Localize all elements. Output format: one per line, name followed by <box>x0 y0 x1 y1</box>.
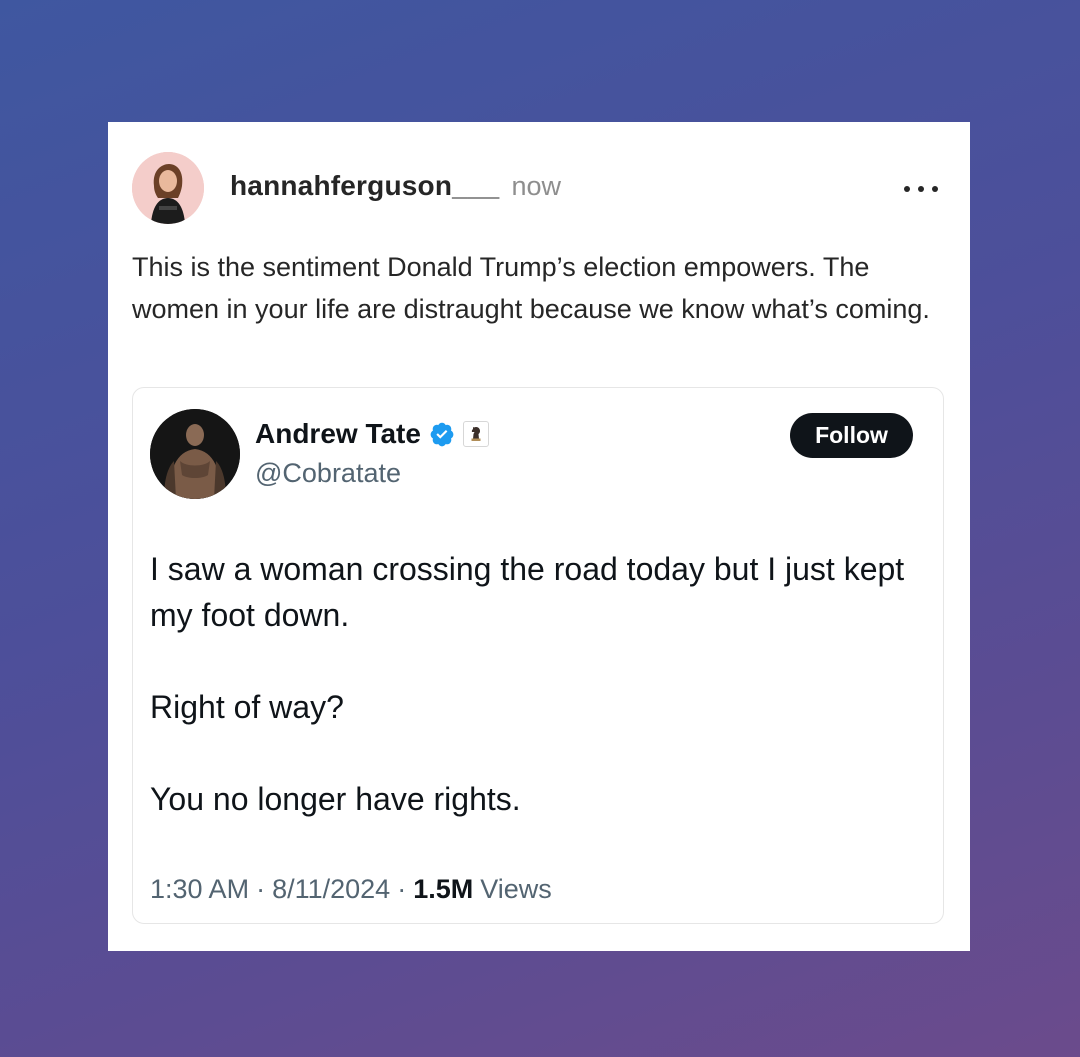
tweet-avatar[interactable] <box>150 409 240 499</box>
follow-button[interactable]: Follow <box>790 413 913 458</box>
tweet-date[interactable]: 8/11/2024 <box>272 874 390 905</box>
tweet-handle[interactable]: @Cobratate <box>255 458 401 489</box>
post-author-row: hannahferguson___ now <box>230 170 561 202</box>
tweet-meta: 1:30 AM · 8/11/2024 · 1.5M Views <box>150 874 552 905</box>
tweet-body-line: I saw a woman crossing the road today bu… <box>150 551 905 633</box>
tweet-body: I saw a woman crossing the road today bu… <box>150 546 920 868</box>
meta-separator: · <box>256 874 266 904</box>
tweet-display-name[interactable]: Andrew Tate <box>255 418 421 450</box>
views-count: 1.5M <box>413 874 474 904</box>
avatar-image <box>132 152 204 224</box>
verified-badge-icon <box>430 422 454 447</box>
chess-knight-icon <box>471 427 481 441</box>
tweet-name-row: Andrew Tate <box>255 418 489 450</box>
tweet-avatar-image <box>150 409 240 499</box>
meta-separator: · <box>397 874 407 904</box>
affiliation-badge-icon[interactable] <box>462 421 489 447</box>
views-label: Views <box>480 874 552 904</box>
post-card: hannahferguson___ now This is the sentim… <box>108 122 970 951</box>
avatar[interactable] <box>132 152 204 224</box>
post-text: This is the sentiment Donald Trump’s ele… <box>132 252 930 324</box>
tweet-body-line: Right of way? <box>150 689 344 725</box>
post-timestamp: now <box>511 171 561 201</box>
tweet-body-line: You no longer have rights. <box>150 781 521 817</box>
tweet-time[interactable]: 1:30 AM <box>150 874 249 905</box>
quoted-tweet[interactable]: Andrew Tate @Cobratate Follow I saw a wo… <box>132 387 944 924</box>
username[interactable]: hannahferguson___ <box>230 170 499 202</box>
more-options-icon[interactable] <box>904 174 938 204</box>
